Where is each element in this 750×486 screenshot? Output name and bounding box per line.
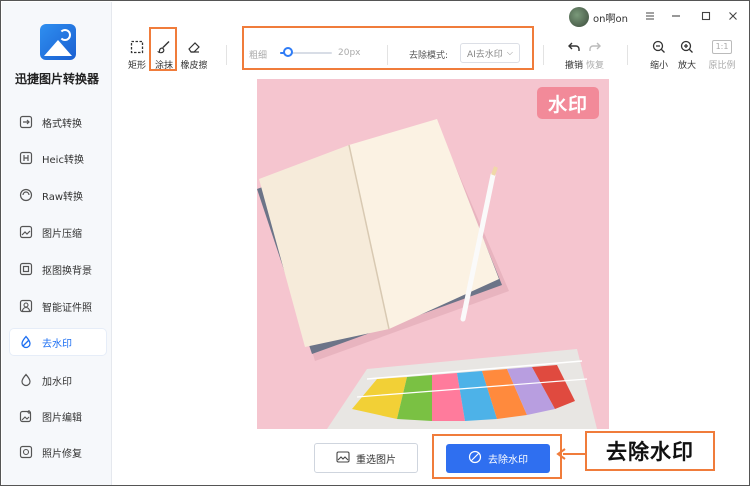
app-title: 迅捷图片转换器 <box>14 72 99 86</box>
sidebar-item-label: 加水印 <box>42 376 72 388</box>
rectangle-select-icon <box>129 39 145 55</box>
toolbar-divider <box>627 45 628 65</box>
original-size-button[interactable]: 1:1 原比例 <box>707 39 737 71</box>
app-window: 迅捷图片转换器 格式转换 Heic转换 Raw转换 图片压缩 抠图换背景 智能证… <box>0 0 750 486</box>
sidebar-item-label: 抠图换背景 <box>42 265 92 277</box>
id-photo-icon <box>18 298 34 314</box>
tool-label: 橡皮擦 <box>180 61 208 71</box>
zoom-out-button[interactable]: 缩小 <box>644 39 674 71</box>
slider-thumb[interactable] <box>283 47 293 57</box>
sidebar-item-edit-image[interactable]: 图片编辑 <box>10 403 106 429</box>
photo-art <box>257 79 609 429</box>
removal-mode-select[interactable]: AI去水印 ⌵ <box>460 43 520 63</box>
chevron-down-icon: ⌵ <box>506 48 513 57</box>
zoom-out-icon <box>651 39 667 55</box>
remove-watermark-icon <box>468 450 482 467</box>
sidebar-item-label: Heic转换 <box>42 154 84 166</box>
redo-icon <box>587 39 603 55</box>
removal-mode-value: AI去水印 <box>467 49 503 60</box>
original-size-icon: 1:1 <box>711 39 733 55</box>
reselect-label: 重选图片 <box>356 454 396 466</box>
brush-size-label: 粗细 <box>249 51 268 61</box>
repair-icon <box>18 444 34 460</box>
sidebar-item-cutout[interactable]: 抠图换背景 <box>10 256 106 282</box>
sidebar-item-label: 图片压缩 <box>42 228 82 240</box>
reselect-image-button[interactable]: 重选图片 <box>314 443 418 473</box>
maximize-icon[interactable] <box>698 8 714 24</box>
callout-arrow <box>556 448 585 460</box>
add-watermark-icon <box>18 372 34 388</box>
zoom-in-icon <box>679 39 695 55</box>
minimize-icon[interactable] <box>668 8 684 24</box>
sidebar-item-add-watermark[interactable]: 加水印 <box>10 367 106 393</box>
zoom-in-button[interactable]: 放大 <box>672 39 702 71</box>
zoom-out-label: 缩小 <box>649 61 668 71</box>
sidebar-item-raw[interactable]: Raw转换 <box>10 182 106 208</box>
raw-icon <box>18 187 34 203</box>
toolbar-divider <box>543 45 544 65</box>
sidebar-item-label: Raw转换 <box>42 191 84 203</box>
format-convert-icon <box>18 114 34 130</box>
original-size-badge: 1:1 <box>711 40 733 54</box>
watermark-overlay: 水印 <box>537 87 599 119</box>
original-size-label: 原比例 <box>708 61 736 71</box>
compress-icon <box>18 224 34 240</box>
toolbar-divider <box>387 45 388 65</box>
sidebar-item-label: 格式转换 <box>42 118 82 130</box>
sidebar-item-repair[interactable]: 照片修复 <box>10 439 106 465</box>
image-icon <box>336 450 350 466</box>
redo-label: 恢复 <box>585 61 604 71</box>
toolbar-divider <box>226 45 227 65</box>
avatar[interactable] <box>569 7 589 27</box>
sidebar-item-compress[interactable]: 图片压缩 <box>10 219 106 245</box>
redo-button[interactable]: 恢复 <box>580 39 610 71</box>
eraser-icon <box>186 39 202 55</box>
remove-label: 去除水印 <box>488 455 528 466</box>
sidebar-item-label: 去水印 <box>42 338 72 350</box>
close-icon[interactable] <box>725 8 741 24</box>
sidebar-item-remove-watermark[interactable]: 去水印 <box>10 329 106 355</box>
remove-watermark-icon <box>18 334 34 350</box>
brush-tool-highlight <box>149 27 177 71</box>
menu-icon[interactable] <box>642 8 658 24</box>
tool-rectangle[interactable]: 矩形 <box>122 39 152 71</box>
callout-label: 去除水印 <box>585 431 715 471</box>
app-logo-icon <box>40 24 76 60</box>
removal-mode-label: 去除模式: <box>409 51 449 61</box>
heic-icon <box>18 150 34 166</box>
zoom-in-label: 放大 <box>677 61 696 71</box>
preview-image[interactable]: 水印 <box>257 79 609 429</box>
sidebar-item-format-convert[interactable]: 格式转换 <box>10 109 106 135</box>
remove-watermark-button[interactable]: 去除水印 <box>446 444 550 473</box>
sidebar-item-label: 智能证件照 <box>42 302 92 314</box>
sidebar-item-label: 图片编辑 <box>42 412 82 424</box>
sidebar-item-heic[interactable]: Heic转换 <box>10 145 106 171</box>
edit-image-icon <box>18 408 34 424</box>
cutout-icon <box>18 261 34 277</box>
tool-label: 矩形 <box>127 61 146 71</box>
brush-size-slider[interactable] <box>280 47 332 57</box>
sidebar-item-id-photo[interactable]: 智能证件照 <box>10 293 106 319</box>
username[interactable]: on啊on <box>593 10 628 25</box>
sidebar: 迅捷图片转换器 格式转换 Heic转换 Raw转换 图片压缩 抠图换背景 智能证… <box>2 2 112 485</box>
tool-eraser[interactable]: 橡皮擦 <box>179 39 209 71</box>
sidebar-item-label: 照片修复 <box>42 448 82 460</box>
brush-size-value: 20px <box>338 48 361 58</box>
